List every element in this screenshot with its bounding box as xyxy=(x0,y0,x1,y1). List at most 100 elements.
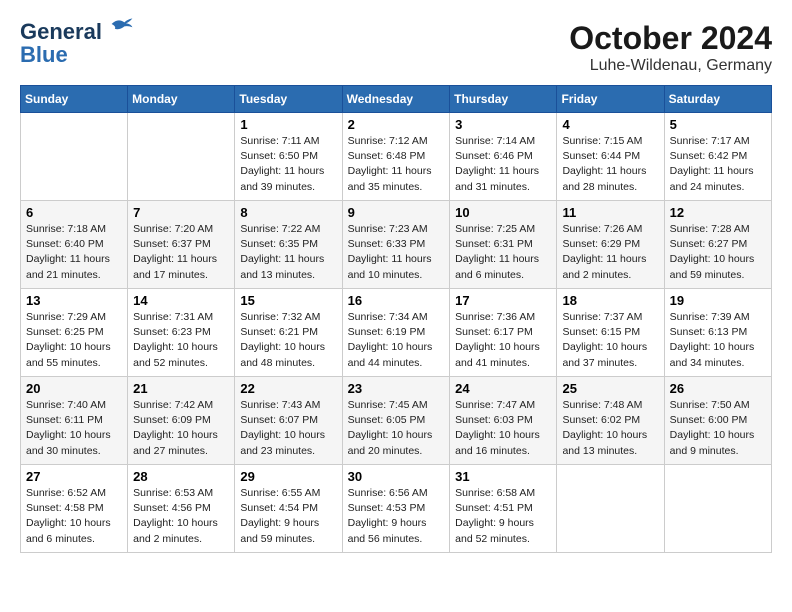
week-row-1: 1 Sunrise: 7:11 AM Sunset: 6:50 PM Daylig… xyxy=(21,113,772,201)
day-info: Sunrise: 7:23 AM Sunset: 6:33 PM Dayligh… xyxy=(348,222,445,283)
day-info: Sunrise: 7:48 AM Sunset: 6:02 PM Dayligh… xyxy=(562,398,658,459)
calendar-body: 1 Sunrise: 7:11 AM Sunset: 6:50 PM Daylig… xyxy=(21,113,772,553)
day-info: Sunrise: 6:52 AM Sunset: 4:58 PM Dayligh… xyxy=(26,486,122,547)
calendar-cell: 6 Sunrise: 7:18 AM Sunset: 6:40 PM Daylig… xyxy=(21,201,128,289)
logo: General Blue xyxy=(20,20,134,68)
day-info: Sunrise: 7:18 AM Sunset: 6:40 PM Dayligh… xyxy=(26,222,122,283)
calendar-cell: 24 Sunrise: 7:47 AM Sunset: 6:03 PM Dayli… xyxy=(450,377,557,465)
day-number: 30 xyxy=(348,469,445,484)
day-number: 22 xyxy=(240,381,336,396)
day-number: 5 xyxy=(670,117,766,132)
day-info: Sunrise: 6:58 AM Sunset: 4:51 PM Dayligh… xyxy=(455,486,551,547)
day-number: 13 xyxy=(26,293,122,308)
calendar-cell: 18 Sunrise: 7:37 AM Sunset: 6:15 PM Dayli… xyxy=(557,289,664,377)
day-info: Sunrise: 7:26 AM Sunset: 6:29 PM Dayligh… xyxy=(562,222,658,283)
calendar-cell: 21Sunrise: 7:42 AM Sunset: 6:09 PM Dayli… xyxy=(128,377,235,465)
day-info: Sunrise: 7:40 AM Sunset: 6:11 PM Dayligh… xyxy=(26,398,122,459)
day-number: 15 xyxy=(240,293,336,308)
day-number: 21 xyxy=(133,381,229,396)
calendar-header-row: SundayMondayTuesdayWednesdayThursdayFrid… xyxy=(21,86,772,113)
calendar-cell: 19 Sunrise: 7:39 AM Sunset: 6:13 PM Dayli… xyxy=(664,289,771,377)
day-info: Sunrise: 7:28 AM Sunset: 6:27 PM Dayligh… xyxy=(670,222,766,283)
day-info: Sunrise: 7:45 AM Sunset: 6:05 PM Dayligh… xyxy=(348,398,445,459)
day-header-friday: Friday xyxy=(557,86,664,113)
day-info: Sunrise: 7:31 AM Sunset: 6:23 PM Dayligh… xyxy=(133,310,229,371)
calendar-cell: 30Sunrise: 6:56 AM Sunset: 4:53 PM Dayli… xyxy=(342,465,450,553)
day-info: Sunrise: 7:20 AM Sunset: 6:37 PM Dayligh… xyxy=(133,222,229,283)
calendar-cell: 5Sunrise: 7:17 AM Sunset: 6:42 PM Daylig… xyxy=(664,113,771,201)
day-info: Sunrise: 7:29 AM Sunset: 6:25 PM Dayligh… xyxy=(26,310,122,371)
day-number: 23 xyxy=(348,381,445,396)
day-number: 19 xyxy=(670,293,766,308)
header: General Blue October 2024 Luhe-Wildenau,… xyxy=(20,20,772,75)
day-number: 26 xyxy=(670,381,766,396)
calendar-cell: 10Sunrise: 7:25 AM Sunset: 6:31 PM Dayli… xyxy=(450,201,557,289)
calendar-cell: 2 Sunrise: 7:12 AM Sunset: 6:48 PM Daylig… xyxy=(342,113,450,201)
day-header-monday: Monday xyxy=(128,86,235,113)
day-number: 2 xyxy=(348,117,445,132)
calendar-cell xyxy=(21,113,128,201)
calendar-cell: 25 Sunrise: 7:48 AM Sunset: 6:02 PM Dayli… xyxy=(557,377,664,465)
day-info: Sunrise: 6:55 AM Sunset: 4:54 PM Dayligh… xyxy=(240,486,336,547)
calendar-cell: 13 Sunrise: 7:29 AM Sunset: 6:25 PM Dayli… xyxy=(21,289,128,377)
month-title: October 2024 xyxy=(569,20,772,57)
calendar-cell: 3Sunrise: 7:14 AM Sunset: 6:46 PM Daylig… xyxy=(450,113,557,201)
calendar-cell: 20 Sunrise: 7:40 AM Sunset: 6:11 PM Dayli… xyxy=(21,377,128,465)
day-info: Sunrise: 7:22 AM Sunset: 6:35 PM Dayligh… xyxy=(240,222,336,283)
calendar-cell: 9 Sunrise: 7:23 AM Sunset: 6:33 PM Daylig… xyxy=(342,201,450,289)
day-number: 16 xyxy=(348,293,445,308)
day-header-tuesday: Tuesday xyxy=(235,86,342,113)
calendar-cell: 29 Sunrise: 6:55 AM Sunset: 4:54 PM Dayli… xyxy=(235,465,342,553)
logo-general: General xyxy=(20,19,102,44)
day-header-saturday: Saturday xyxy=(664,86,771,113)
week-row-2: 6 Sunrise: 7:18 AM Sunset: 6:40 PM Daylig… xyxy=(21,201,772,289)
calendar-cell: 22 Sunrise: 7:43 AM Sunset: 6:07 PM Dayli… xyxy=(235,377,342,465)
location-title: Luhe-Wildenau, Germany xyxy=(569,57,772,75)
day-info: Sunrise: 7:36 AM Sunset: 6:17 PM Dayligh… xyxy=(455,310,551,371)
day-number: 6 xyxy=(26,205,122,220)
day-number: 27 xyxy=(26,469,122,484)
day-number: 29 xyxy=(240,469,336,484)
title-block: October 2024 Luhe-Wildenau, Germany xyxy=(569,20,772,75)
day-info: Sunrise: 7:14 AM Sunset: 6:46 PM Dayligh… xyxy=(455,134,551,195)
day-info: Sunrise: 7:50 AM Sunset: 6:00 PM Dayligh… xyxy=(670,398,766,459)
day-info: Sunrise: 7:25 AM Sunset: 6:31 PM Dayligh… xyxy=(455,222,551,283)
week-row-5: 27 Sunrise: 6:52 AM Sunset: 4:58 PM Dayli… xyxy=(21,465,772,553)
day-number: 8 xyxy=(240,205,336,220)
day-info: Sunrise: 7:47 AM Sunset: 6:03 PM Dayligh… xyxy=(455,398,551,459)
calendar-cell: 31 Sunrise: 6:58 AM Sunset: 4:51 PM Dayli… xyxy=(450,465,557,553)
day-info: Sunrise: 7:12 AM Sunset: 6:48 PM Dayligh… xyxy=(348,134,445,195)
day-number: 20 xyxy=(26,381,122,396)
day-info: Sunrise: 7:43 AM Sunset: 6:07 PM Dayligh… xyxy=(240,398,336,459)
day-info: Sunrise: 7:11 AM Sunset: 6:50 PM Dayligh… xyxy=(240,134,336,195)
day-number: 1 xyxy=(240,117,336,132)
day-number: 14 xyxy=(133,293,229,308)
day-info: Sunrise: 7:34 AM Sunset: 6:19 PM Dayligh… xyxy=(348,310,445,371)
day-info: Sunrise: 7:37 AM Sunset: 6:15 PM Dayligh… xyxy=(562,310,658,371)
day-number: 31 xyxy=(455,469,551,484)
day-number: 7 xyxy=(133,205,229,220)
week-row-4: 20 Sunrise: 7:40 AM Sunset: 6:11 PM Dayli… xyxy=(21,377,772,465)
day-number: 18 xyxy=(562,293,658,308)
calendar-cell: 8 Sunrise: 7:22 AM Sunset: 6:35 PM Daylig… xyxy=(235,201,342,289)
calendar-cell xyxy=(128,113,235,201)
day-number: 28 xyxy=(133,469,229,484)
calendar-cell: 15Sunrise: 7:32 AM Sunset: 6:21 PM Dayli… xyxy=(235,289,342,377)
calendar-cell xyxy=(557,465,664,553)
calendar-cell: 17Sunrise: 7:36 AM Sunset: 6:17 PM Dayli… xyxy=(450,289,557,377)
day-header-sunday: Sunday xyxy=(21,86,128,113)
calendar-cell: 1 Sunrise: 7:11 AM Sunset: 6:50 PM Daylig… xyxy=(235,113,342,201)
calendar-cell: 28 Sunrise: 6:53 AM Sunset: 4:56 PM Dayli… xyxy=(128,465,235,553)
day-info: Sunrise: 7:39 AM Sunset: 6:13 PM Dayligh… xyxy=(670,310,766,371)
week-row-3: 13 Sunrise: 7:29 AM Sunset: 6:25 PM Dayli… xyxy=(21,289,772,377)
calendar-cell: 26 Sunrise: 7:50 AM Sunset: 6:00 PM Dayli… xyxy=(664,377,771,465)
day-info: Sunrise: 7:15 AM Sunset: 6:44 PM Dayligh… xyxy=(562,134,658,195)
day-number: 24 xyxy=(455,381,551,396)
calendar-cell: 27 Sunrise: 6:52 AM Sunset: 4:58 PM Dayli… xyxy=(21,465,128,553)
day-number: 25 xyxy=(562,381,658,396)
day-header-wednesday: Wednesday xyxy=(342,86,450,113)
day-number: 11 xyxy=(562,205,658,220)
day-number: 9 xyxy=(348,205,445,220)
day-info: Sunrise: 6:53 AM Sunset: 4:56 PM Dayligh… xyxy=(133,486,229,547)
day-number: 4 xyxy=(562,117,658,132)
